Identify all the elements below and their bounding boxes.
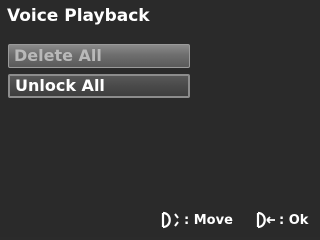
page-title: Voice Playback: [7, 6, 150, 26]
move-hint-label: : Move: [184, 212, 233, 228]
delete-all-option: Delete All: [8, 44, 190, 68]
move-hint: : Move: [160, 209, 233, 231]
ok-hint: : Ok: [255, 209, 308, 231]
footer-hints: : Move : Ok: [0, 209, 320, 231]
voice-playback-screen: Voice Playback Delete All Unlock All : M…: [0, 0, 320, 237]
dpad-up-down-icon: [160, 211, 182, 229]
unlock-all-option[interactable]: Unlock All: [8, 74, 190, 98]
dpad-enter-icon: [255, 211, 277, 229]
ok-hint-label: : Ok: [279, 212, 309, 228]
